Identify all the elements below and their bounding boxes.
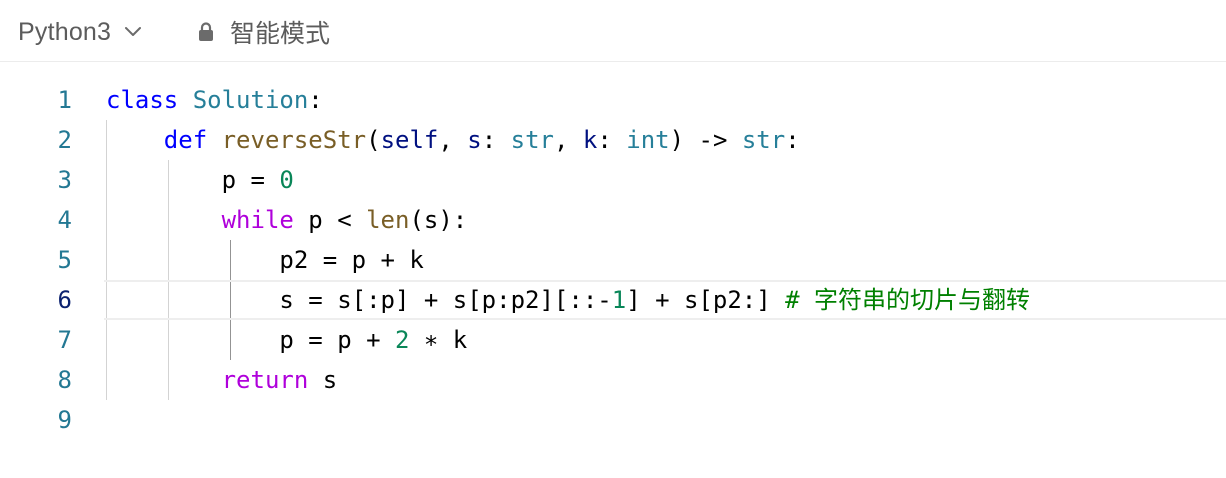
code-line[interactable]: 4 while p < len(s): — [0, 200, 1226, 240]
code-token: reverseStr — [221, 126, 367, 154]
code-token: : — [308, 86, 323, 114]
code-token: p = p + — [106, 326, 395, 354]
code-token: : — [785, 126, 800, 154]
code-token: len — [366, 206, 410, 234]
line-number: 1 — [57, 86, 72, 114]
code-token: def — [163, 126, 208, 154]
code-editor[interactable]: 1 class Solution: 2 def reverseStr(self, s… — [0, 80, 1226, 478]
code-line[interactable]: 1 class Solution: — [0, 80, 1226, 120]
code-token: int — [626, 126, 670, 154]
code-token: s = s[:p] + s[p:p2][::- — [106, 286, 612, 314]
code-text: class Solution: — [106, 80, 323, 120]
code-token: ] + s[p2:] — [626, 286, 786, 314]
code-token: 2 — [394, 326, 410, 354]
line-number: 7 — [57, 326, 72, 354]
code-token: : — [481, 126, 511, 154]
code-text: s = s[:p] + s[p:p2][::-1] + s[p2:] # 字符串… — [106, 280, 1030, 320]
code-line[interactable]: 3 p = 0 — [0, 160, 1226, 200]
code-token: k — [582, 126, 598, 154]
code-token: while — [221, 206, 294, 234]
language-select[interactable]: Python3 — [18, 15, 143, 49]
line-number: 4 — [57, 206, 72, 234]
code-token: , — [553, 126, 583, 154]
line-number: 9 — [57, 406, 72, 434]
smart-mode-indicator[interactable]: 智能模式 — [197, 15, 330, 49]
code-token: 1 — [611, 286, 627, 314]
code-token: ) -> — [669, 126, 742, 154]
line-number: 3 — [57, 166, 72, 194]
code-token: str — [741, 126, 786, 154]
line-number: 6 — [57, 286, 72, 314]
code-text: return s — [106, 360, 338, 400]
code-token: class — [106, 86, 179, 114]
code-text: p2 = p + k — [106, 240, 424, 280]
code-token: ∗ k — [409, 326, 468, 354]
code-line[interactable]: 5 p2 = p + k — [0, 240, 1226, 280]
code-token: : — [597, 126, 627, 154]
code-token: , — [438, 126, 468, 154]
code-token: p < — [293, 206, 367, 234]
line-number: 5 — [57, 246, 72, 274]
lock-icon — [199, 22, 213, 41]
code-token: return — [221, 366, 309, 394]
code-token: p = — [106, 166, 280, 194]
line-number: 2 — [57, 126, 72, 154]
mode-label: 智能模式 — [230, 20, 331, 48]
code-line[interactable]: 7 p = p + 2 ∗ k — [0, 320, 1226, 360]
code-token: self — [380, 126, 439, 154]
code-token: p2 = p + k — [106, 246, 424, 274]
code-line[interactable]: 8 return s — [0, 360, 1226, 400]
code-text: p = 0 — [106, 160, 294, 200]
code-token: ( — [366, 126, 381, 154]
code-text: p = p + 2 ∗ k — [106, 320, 467, 360]
code-token: 0 — [279, 166, 294, 194]
code-token: Solution — [192, 86, 309, 114]
language-label: Python3 — [18, 17, 112, 46]
code-text: def reverseStr(self, s: str, k: int) -> … — [106, 120, 800, 160]
code-token: # 字符串的切片与翻转 — [785, 286, 1031, 314]
code-token: (s): — [409, 206, 468, 234]
code-line[interactable]: 2 def reverseStr(self, s: str, k: int) -… — [0, 120, 1226, 160]
line-number: 8 — [57, 366, 72, 394]
editor-toolbar: Python3 智能模式 — [0, 0, 1226, 62]
code-text: while p < len(s): — [106, 200, 468, 240]
code-line[interactable]: 9 — [0, 400, 1226, 440]
code-token: s — [308, 366, 338, 394]
code-token: str — [510, 126, 554, 154]
chevron-down-icon — [125, 27, 142, 36]
code-token: s — [467, 126, 482, 154]
code-line[interactable]: 6 s = s[:p] + s[p:p2][::-1] + s[p2:] # 字… — [0, 280, 1226, 320]
